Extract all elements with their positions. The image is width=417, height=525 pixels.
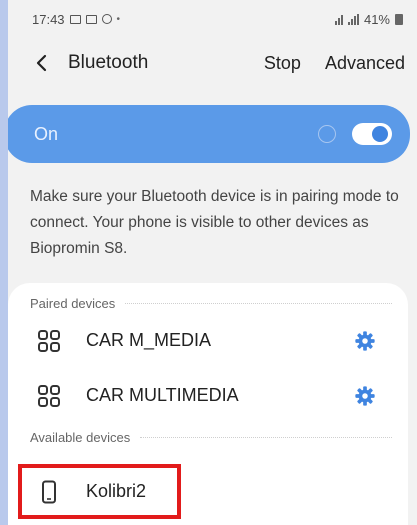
message-notification-icon — [85, 14, 97, 24]
available-devices-header: Available devices — [8, 427, 408, 447]
advanced-button[interactable]: Advanced — [325, 53, 405, 74]
paired-device-row[interactable]: CAR MULTIMEDIA — [8, 368, 408, 423]
highlight-box — [18, 464, 181, 519]
bluetooth-switch[interactable] — [352, 123, 392, 145]
page-title: Bluetooth — [68, 52, 149, 73]
app-notification-icon — [101, 14, 112, 24]
switch-knob — [372, 126, 388, 142]
battery-icon — [395, 13, 403, 25]
status-time: 17:43 — [32, 11, 65, 27]
divider — [140, 436, 392, 438]
pairing-info-text: Make sure your Bluetooth device is in pa… — [30, 188, 399, 257]
gear-icon[interactable] — [354, 385, 376, 407]
back-arrow-icon[interactable] — [30, 51, 54, 75]
car-multimedia-icon — [38, 329, 60, 352]
gallery-notification-icon — [69, 14, 81, 24]
gear-icon[interactable] — [354, 330, 376, 352]
device-name: CAR M_MEDIA — [86, 330, 212, 350]
bluetooth-toggle-row[interactable]: On — [8, 105, 410, 163]
paired-device-row[interactable]: CAR M_MEDIA — [8, 313, 408, 368]
paired-devices-header: Paired devices — [8, 293, 408, 313]
status-bar: 17:43 • 41% — [8, 0, 417, 38]
toggle-label: On — [34, 123, 59, 144]
divider — [125, 302, 392, 304]
scanning-indicator-icon — [318, 125, 336, 143]
phone-screen: 17:43 • 41% Bluetooth Stop Advanced On M… — [8, 0, 417, 525]
battery-percent: 41% — [363, 11, 390, 27]
device-name: CAR MULTIMEDIA — [86, 385, 239, 405]
more-notifications-icon: • — [116, 13, 121, 25]
devices-card: Paired devices CAR M_MEDIA CAR MULTIMEDI… — [8, 283, 408, 525]
stop-button[interactable]: Stop — [264, 53, 301, 74]
app-header: Bluetooth Stop Advanced — [8, 38, 417, 88]
wifi-icon — [334, 14, 343, 25]
signal-icon — [347, 13, 359, 25]
car-multimedia-icon — [38, 384, 60, 407]
